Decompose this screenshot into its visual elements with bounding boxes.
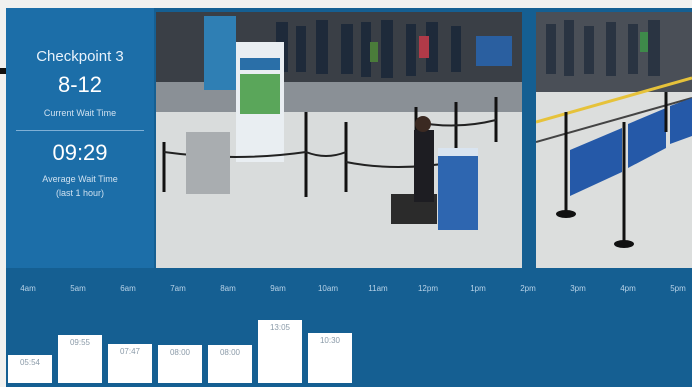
camera-scene-side: [536, 12, 692, 268]
time-label: 3pm: [570, 284, 586, 293]
bar-value-label: 07:47: [119, 347, 141, 356]
wait-time-panel: Checkpoint 3 8-12 Current Wait Time 09:2…: [6, 8, 154, 268]
average-wait-sublabel: (last 1 hour): [55, 188, 105, 198]
time-label: 6am: [120, 284, 136, 293]
time-label: 7am: [170, 284, 186, 293]
time-label: 5am: [70, 284, 86, 293]
time-label: 5pm: [670, 284, 686, 293]
time-label: 4am: [20, 284, 36, 293]
bar-value-label: 08:00: [219, 348, 241, 357]
time-label: 11am: [368, 284, 388, 293]
time-label: 12pm: [417, 284, 438, 293]
camera-feed-side: [536, 12, 692, 268]
wait-time-display: Checkpoint 3 8-12 Current Wait Time 09:2…: [6, 8, 692, 387]
panel-divider: [16, 130, 144, 131]
time-label: 1pm: [470, 284, 486, 293]
time-label: 4pm: [620, 284, 636, 293]
time-label: 9am: [270, 284, 286, 293]
camera-scene-main: [156, 12, 522, 268]
camera-feed-main: [156, 12, 522, 268]
wait-time-chart: 4am 5am 6am 7am 8am 9am 10am 11am 12pm 1pm 2pm 3pm 4…: [6, 274, 692, 387]
time-label: 8am: [220, 284, 236, 293]
bar-value-label: 09:55: [69, 338, 91, 347]
bar-value-label: 13:05: [269, 323, 291, 332]
time-axis: 4am 5am 6am 7am 8am 9am 10am 11am 12pm 1pm 2pm 3pm 4…: [6, 284, 692, 298]
bar-value-label: 05:54: [19, 358, 41, 367]
average-wait-label: Average Wait Time: [42, 174, 118, 184]
bar-value-label: 10:30: [319, 336, 341, 345]
time-label: 10am: [317, 284, 338, 293]
average-wait-value: 09:29: [52, 140, 108, 165]
bar-value-label: 08:00: [169, 348, 191, 357]
time-label: 2pm: [520, 284, 536, 293]
current-wait-value: 8-12: [57, 72, 103, 97]
checkpoint-title: Checkpoint 3: [36, 48, 124, 65]
current-wait-label: Current Wait Time: [43, 108, 117, 118]
